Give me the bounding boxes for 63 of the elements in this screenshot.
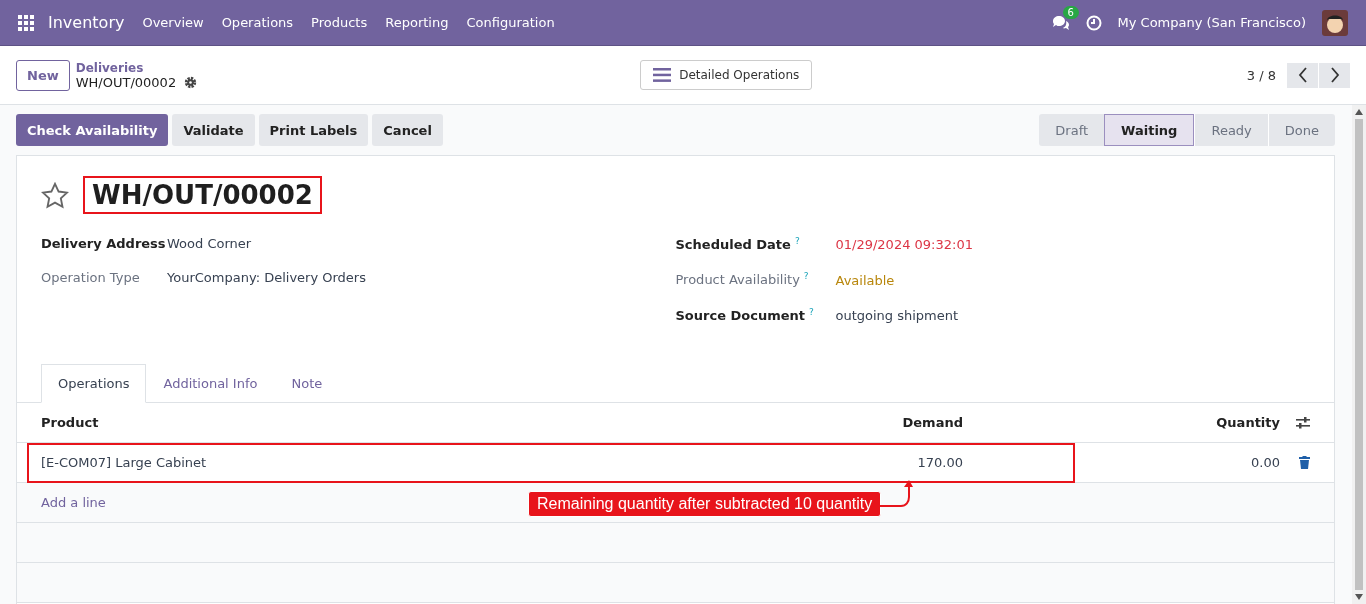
field-value[interactable]: YourCompany: Delivery Orders [167, 270, 366, 285]
menu-icon [653, 68, 672, 82]
annotation-callout: Remaining quantity after subtracted 10 quantity [528, 491, 882, 517]
action-button[interactable]: Validate [172, 114, 255, 146]
record-title: WH/OUT/00002 [92, 180, 313, 210]
notebook-tab[interactable]: Operations [41, 364, 147, 403]
column-header[interactable]: Demand [823, 415, 963, 430]
action-button[interactable]: Cancel [372, 114, 443, 146]
action-button[interactable]: Print Labels [258, 114, 369, 146]
status-step[interactable]: Draft [1039, 114, 1105, 146]
trash-icon[interactable] [1299, 456, 1310, 469]
menu-item[interactable]: Operations [221, 15, 294, 30]
action-button[interactable]: Check Availability [16, 114, 169, 146]
field-label: Scheduled Date [675, 237, 791, 253]
field-value[interactable]: Available [835, 272, 895, 288]
status-step[interactable]: Done [1267, 114, 1335, 146]
detailed-operations-button[interactable]: Detailed Operations [640, 60, 813, 90]
user-avatar-icon[interactable] [1322, 9, 1348, 36]
notification-badge: 6 [1062, 5, 1079, 19]
status-step[interactable]: Waiting [1104, 114, 1195, 146]
annotation-arrow [879, 479, 914, 509]
scroll-up-icon[interactable] [1355, 109, 1363, 115]
new-button[interactable]: New [16, 59, 70, 91]
notebook-tab[interactable]: Note [274, 364, 340, 403]
chat-icon[interactable] [1051, 14, 1070, 31]
field-value[interactable]: 01/29/2024 09:32:01 [835, 237, 973, 253]
next-button[interactable] [1319, 62, 1350, 88]
clock-icon[interactable] [1085, 14, 1102, 31]
table-cell-text: [E-COM07] Large Cabinet [41, 455, 208, 470]
table-cell-text: 170.00 [916, 455, 963, 470]
settings-icon[interactable] [184, 75, 198, 89]
pager-counter: 3 / 8 [1246, 67, 1276, 83]
record-name: WH/OUT/00002 [75, 74, 177, 90]
table-cell-text: 0.00 [1250, 455, 1280, 470]
company-name[interactable]: My Company (San Francisco) [1117, 15, 1306, 30]
add-line-link[interactable]: Add a line [41, 495, 106, 510]
notebook-tab[interactable]: Additional Info [146, 364, 275, 403]
column-header[interactable]: Quantity [963, 415, 1280, 430]
previous-button[interactable] [1287, 62, 1318, 88]
app-name-link[interactable]: Inventory [48, 13, 125, 32]
field-label: Source Document [675, 308, 806, 323]
breadcrumb-link[interactable]: Deliveries [75, 60, 296, 75]
field-label: Operation Type [41, 270, 141, 285]
menu-item[interactable]: Reporting [385, 15, 449, 30]
field-label: Delivery Address [41, 236, 167, 251]
status-step[interactable]: Ready [1194, 114, 1268, 146]
star-icon[interactable] [41, 181, 69, 209]
scroll-down-icon[interactable] [1355, 594, 1363, 600]
help-tooltip-mark[interactable]: ? [803, 271, 809, 282]
app-grid-icon[interactable] [18, 14, 34, 31]
scrollbar[interactable] [1352, 105, 1366, 604]
column-header[interactable]: Product [41, 415, 823, 430]
chevron-left-icon [1297, 67, 1308, 83]
help-tooltip-mark[interactable]: ? [794, 236, 800, 246]
chevron-right-icon [1329, 67, 1340, 83]
field-label: Product Availability [675, 272, 800, 288]
menu-item[interactable]: Configuration [466, 15, 555, 30]
column-settings-icon[interactable] [1296, 416, 1310, 429]
menu-item[interactable]: Products [311, 15, 368, 30]
field-value[interactable]: Wood Corner [167, 236, 252, 251]
field-value[interactable]: outgoing shipment [835, 308, 959, 323]
menu-item[interactable]: Overview [142, 15, 204, 30]
help-tooltip-mark[interactable]: ? [809, 306, 814, 317]
